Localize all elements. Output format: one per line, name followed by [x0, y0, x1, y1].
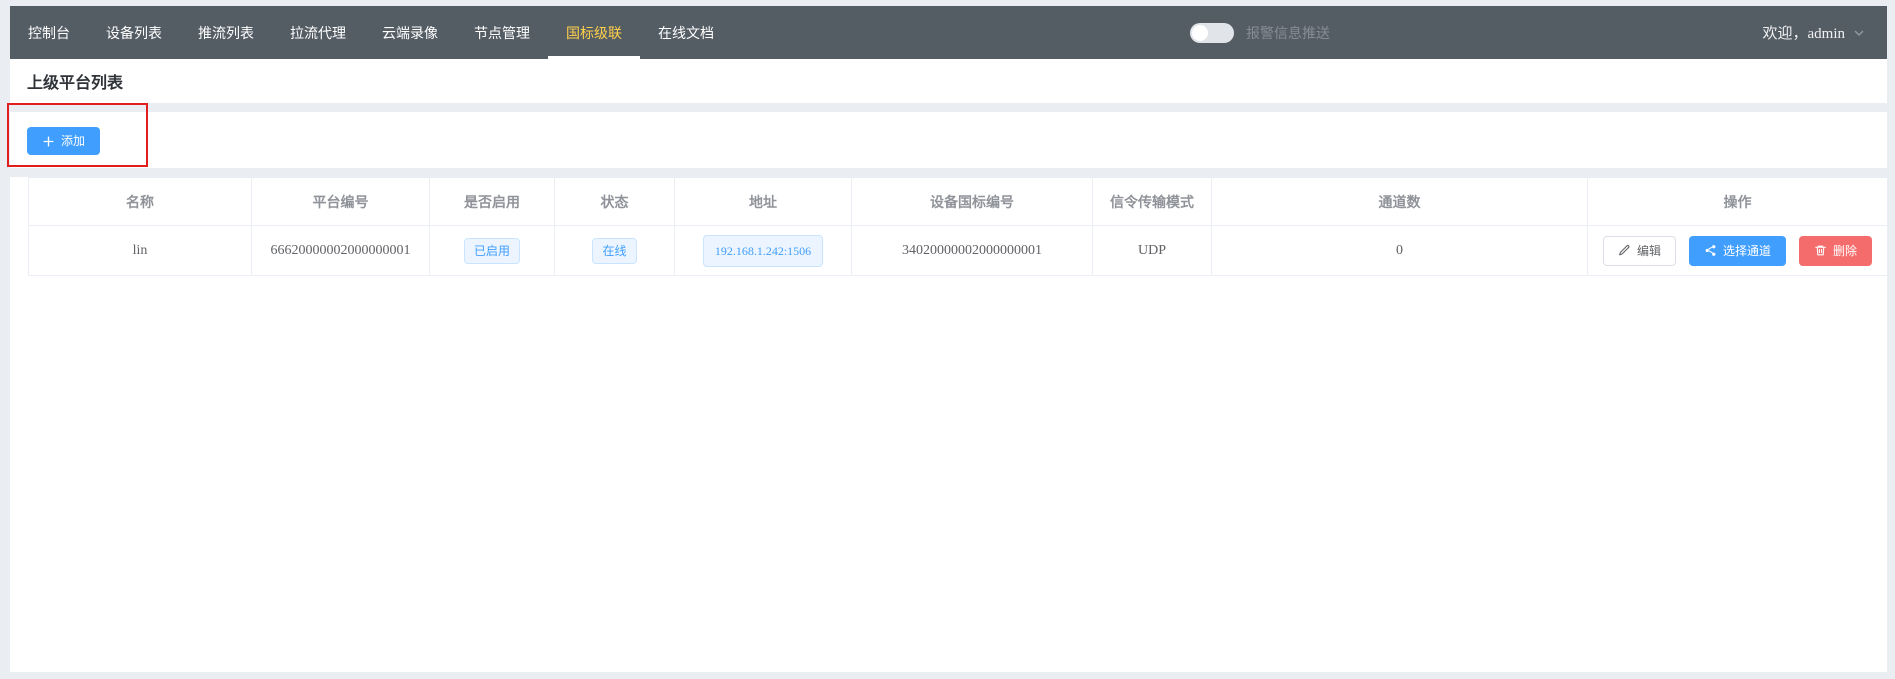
- page-title: 上级平台列表: [27, 69, 123, 93]
- column-header-enabled: 是否启用: [430, 178, 555, 226]
- table-row: lin 66620000002000000001 已启用 在线 192.168.…: [29, 226, 1888, 276]
- column-header-channels: 通道数: [1212, 178, 1588, 226]
- alarm-push-group: 报警信息推送: [1190, 6, 1330, 59]
- nav-menu: 控制台 设备列表 推流列表 拉流代理 云端录像 节点管理 国标级联 在线文档: [10, 6, 732, 59]
- add-button[interactable]: 添加: [27, 127, 100, 155]
- add-button-label: 添加: [61, 135, 85, 147]
- nav-item-gb-cascade[interactable]: 国标级联: [548, 6, 640, 59]
- select-channel-button[interactable]: 选择通道: [1689, 236, 1786, 266]
- column-header-address: 地址: [675, 178, 852, 226]
- alarm-push-label: 报警信息推送: [1246, 23, 1330, 43]
- trash-icon: [1814, 244, 1827, 257]
- cell-enabled: 已启用: [430, 226, 555, 276]
- platform-table-panel: 名称 平台编号 是否启用 状态 地址 设备国标编号 信令传输模式 通道数 操作 …: [10, 177, 1887, 672]
- edit-button[interactable]: 编辑: [1603, 236, 1676, 266]
- enabled-badge: 已启用: [464, 238, 520, 264]
- top-navbar: 控制台 设备列表 推流列表 拉流代理 云端录像 节点管理 国标级联 在线文档 报…: [10, 6, 1887, 59]
- address-badge: 192.168.1.242:1506: [703, 235, 823, 267]
- plus-icon: [42, 135, 55, 148]
- page-header: 上级平台列表: [10, 59, 1887, 103]
- column-header-status: 状态: [555, 178, 675, 226]
- row-actions: 编辑 选择通道 删除: [1593, 236, 1882, 266]
- column-header-transport: 信令传输模式: [1093, 178, 1212, 226]
- nav-item-device-list[interactable]: 设备列表: [88, 6, 180, 59]
- nav-item-push-list[interactable]: 推流列表: [180, 6, 272, 59]
- toggle-knob: [1192, 25, 1208, 41]
- cell-channels: 0: [1212, 226, 1588, 276]
- cell-device-gb-id: 34020000002000000001: [852, 226, 1093, 276]
- toolbar: 添加: [10, 112, 1887, 168]
- nav-item-node-manage[interactable]: 节点管理: [456, 6, 548, 59]
- cell-name: lin: [29, 226, 252, 276]
- cell-status: 在线: [555, 226, 675, 276]
- edit-pencil-icon: [1618, 244, 1631, 257]
- user-menu[interactable]: 欢迎，admin: [1763, 6, 1866, 59]
- select-channel-button-label: 选择通道: [1723, 245, 1771, 257]
- cell-platform-id: 66620000002000000001: [252, 226, 430, 276]
- edit-button-label: 编辑: [1637, 245, 1661, 257]
- cell-actions: 编辑 选择通道 删除: [1588, 226, 1888, 276]
- nav-item-console[interactable]: 控制台: [10, 6, 88, 59]
- alarm-push-toggle[interactable]: [1190, 23, 1234, 43]
- delete-button[interactable]: 删除: [1799, 236, 1872, 266]
- nav-item-cloud-record[interactable]: 云端录像: [364, 6, 456, 59]
- column-header-platform-id: 平台编号: [252, 178, 430, 226]
- nav-item-pull-proxy[interactable]: 拉流代理: [272, 6, 364, 59]
- app-container: 控制台 设备列表 推流列表 拉流代理 云端录像 节点管理 国标级联 在线文档 报…: [10, 6, 1887, 672]
- chevron-down-icon: [1853, 27, 1865, 39]
- delete-button-label: 删除: [1833, 245, 1857, 257]
- column-header-actions: 操作: [1588, 178, 1888, 226]
- platform-table: 名称 平台编号 是否启用 状态 地址 设备国标编号 信令传输模式 通道数 操作 …: [28, 177, 1888, 276]
- share-icon: [1704, 244, 1717, 257]
- status-badge: 在线: [592, 238, 636, 264]
- welcome-text: 欢迎，admin: [1763, 22, 1846, 43]
- column-header-name: 名称: [29, 178, 252, 226]
- cell-address: 192.168.1.242:1506: [675, 226, 852, 276]
- column-header-device-gb-id: 设备国标编号: [852, 178, 1093, 226]
- cell-transport: UDP: [1093, 226, 1212, 276]
- table-header-row: 名称 平台编号 是否启用 状态 地址 设备国标编号 信令传输模式 通道数 操作: [29, 178, 1888, 226]
- nav-item-online-docs[interactable]: 在线文档: [640, 6, 732, 59]
